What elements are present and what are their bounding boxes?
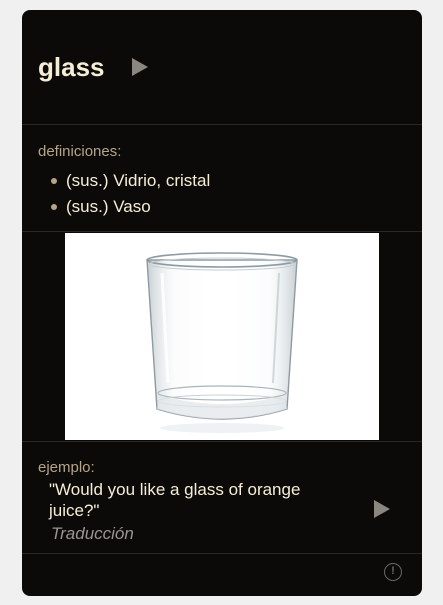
flashcard: glass definiciones: (sus.) Vidrio, crist… — [22, 10, 422, 596]
example-label: ejemplo: — [38, 459, 95, 476]
example-sentence: "Would you like a glass of orange juice?… — [49, 480, 301, 520]
word-title: glass — [38, 52, 105, 82]
definition-item: (sus.) Vidrio, cristal — [51, 168, 210, 194]
glass-image — [146, 252, 298, 433]
definition-item: (sus.) Vaso — [51, 194, 210, 220]
example-section: ejemplo: "Would you like a glass of oran… — [22, 441, 422, 554]
definitions-section: definiciones: (sus.) Vidrio, cristal (su… — [22, 125, 422, 232]
translation-link[interactable]: Traducción — [51, 524, 134, 544]
play-example-icon[interactable] — [374, 500, 390, 518]
word-image — [65, 233, 379, 440]
card-header: glass — [22, 10, 422, 125]
report-icon[interactable]: ! — [384, 563, 402, 581]
definitions-label: definiciones: — [38, 143, 122, 160]
definitions-list: (sus.) Vidrio, cristal (sus.) Vaso — [51, 168, 210, 220]
play-word-icon[interactable] — [132, 58, 148, 76]
